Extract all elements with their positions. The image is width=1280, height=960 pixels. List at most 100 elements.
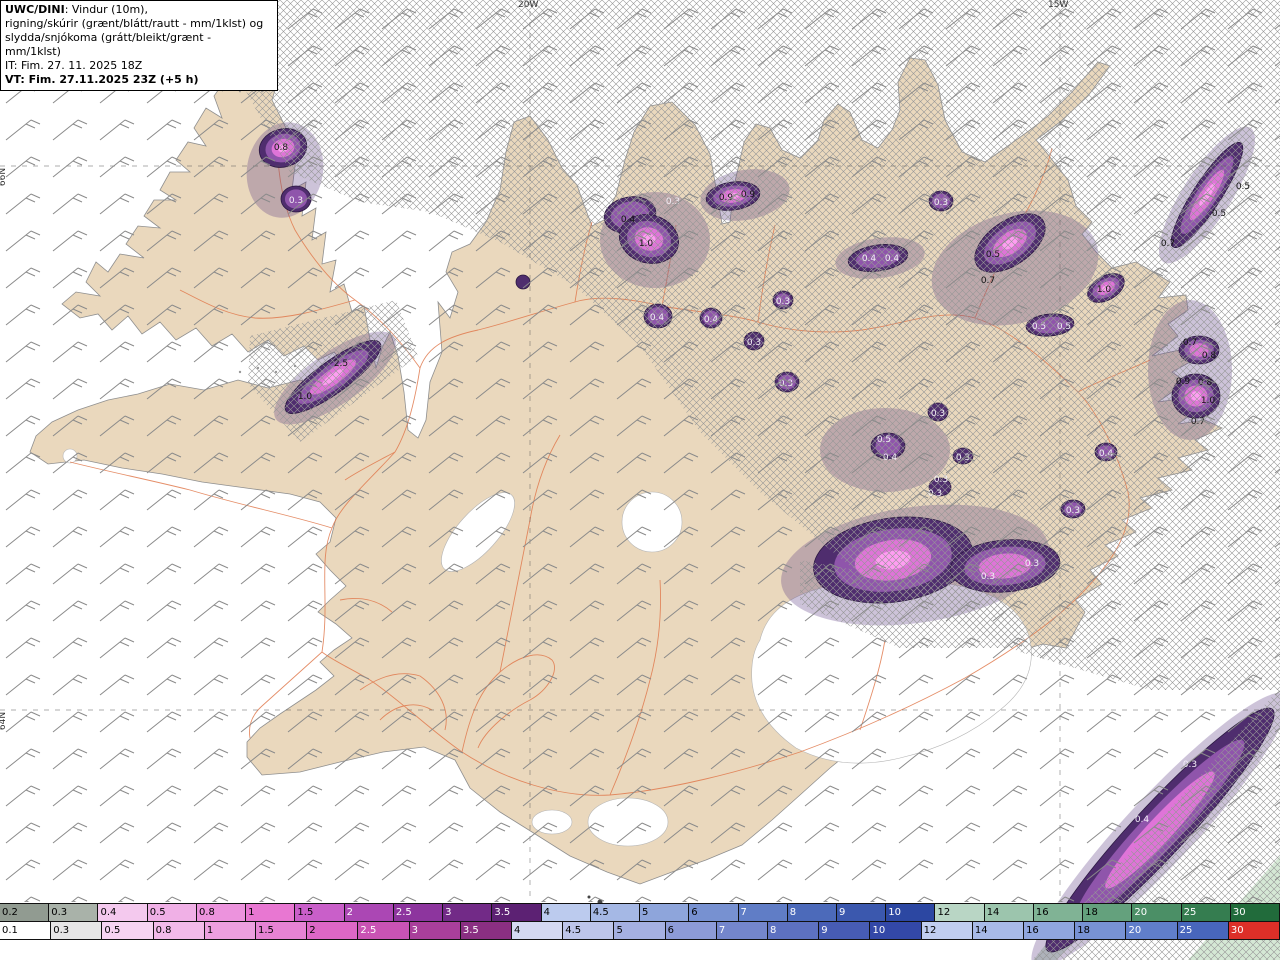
scale-cell-label: 12 bbox=[937, 907, 951, 918]
scale-cell-label: 2.5 bbox=[360, 925, 377, 936]
legend-init-time: IT: Fim. 27. 11. 2025 18Z bbox=[5, 59, 143, 73]
scale-cell: 5 bbox=[613, 921, 666, 940]
scale-cell-label: 1.5 bbox=[258, 925, 274, 936]
scale-cell-label: 14 bbox=[986, 907, 1000, 918]
scale-cell-label: 10 bbox=[888, 907, 901, 918]
scale-cell: 0.3 bbox=[48, 903, 99, 922]
scale-cell-label: 1 bbox=[248, 907, 255, 918]
scale-cell-label: 10 bbox=[872, 925, 886, 936]
scale-cell: 0.1 bbox=[0, 921, 52, 940]
scale-cell: 4.5 bbox=[589, 903, 641, 922]
scale-cell-label: 9 bbox=[821, 925, 828, 936]
scale-cell: 10 bbox=[885, 903, 936, 922]
scale-cell-label: 30 bbox=[1232, 907, 1246, 918]
scale-cell-label: 20 bbox=[1128, 925, 1142, 936]
scale-cell-label: 6 bbox=[691, 907, 698, 918]
scale-cell: 8 bbox=[767, 921, 820, 940]
scale-cell: 3 bbox=[408, 921, 461, 940]
scale-cell-label: 1 bbox=[206, 925, 214, 936]
sleet-snow-scale-bar: 0.2 0.3 0.4 0.5 0.8 1 1.5 2 2.5 3 3.5 4 4.5 5 6 7 8 9 10 12… bbox=[0, 903, 1280, 922]
scale-cell-label: 4.5 bbox=[565, 925, 582, 936]
scale-cell: 7 bbox=[715, 921, 769, 940]
scale-cell: 1.5 bbox=[255, 921, 308, 940]
scale-cell: 3.5 bbox=[459, 921, 513, 940]
scale-cell: 18 bbox=[1074, 921, 1127, 940]
weather-map: 0.80.32.51.00.40.31.00.90.90.40.40.30.30… bbox=[0, 0, 1280, 960]
scale-cell-label: 25 bbox=[1183, 907, 1197, 918]
scale-cell: 30 bbox=[1227, 921, 1280, 940]
wind-barbs-overlay bbox=[0, 0, 1280, 902]
scale-cell: 0.8 bbox=[152, 921, 205, 940]
scale-cell-label: 7 bbox=[740, 907, 747, 918]
scale-cell: 4 bbox=[511, 921, 564, 940]
scale-cell: 18 bbox=[1082, 903, 1133, 922]
scale-cell-label: 8 bbox=[770, 925, 777, 936]
scale-cell-label: 8 bbox=[789, 907, 797, 918]
scale-cell: 9 bbox=[818, 921, 871, 940]
scale-cell-label: 2.5 bbox=[395, 907, 412, 918]
scale-cell-label: 16 bbox=[1026, 925, 1039, 936]
lat-label-64n: 64N bbox=[0, 711, 9, 731]
scale-cell: 1 bbox=[245, 903, 296, 922]
scale-cell: 30 bbox=[1229, 903, 1280, 922]
scale-cell-label: 5 bbox=[616, 925, 623, 936]
scale-cell-label: 7 bbox=[718, 925, 726, 936]
scale-cell: 12 bbox=[920, 921, 973, 940]
scale-cell-label: 0.8 bbox=[198, 907, 215, 918]
scale-cell: 14 bbox=[971, 921, 1025, 940]
scale-cell: 9 bbox=[835, 903, 887, 922]
scale-cell-label: 9 bbox=[838, 907, 846, 918]
scale-cell: 6 bbox=[688, 903, 739, 922]
scale-cell: 2 bbox=[306, 921, 359, 940]
scale-cell: 0.8 bbox=[195, 903, 247, 922]
scale-cell-label: 5 bbox=[642, 907, 649, 918]
scale-cell-label: 0.3 bbox=[51, 907, 68, 918]
scale-cell: 0.2 bbox=[0, 903, 50, 922]
scale-cell: 16 bbox=[1032, 903, 1084, 922]
scale-cell-label: 18 bbox=[1077, 925, 1090, 936]
scale-cell: 20 bbox=[1125, 921, 1178, 940]
scale-cell-label: 6 bbox=[667, 925, 675, 936]
scale-cell-label: 0.1 bbox=[2, 925, 18, 936]
scale-cell-label: 2 bbox=[309, 925, 316, 936]
lon-label-15w: 15W bbox=[1048, 0, 1069, 10]
scale-cell: 10 bbox=[869, 921, 922, 940]
scale-cell-label: 3 bbox=[411, 925, 418, 936]
scale-cell-label: 0.5 bbox=[149, 907, 166, 918]
scale-cell-label: 3.5 bbox=[494, 907, 511, 918]
legend-line-1: UWC/DINI: Vindur (10m), bbox=[5, 3, 148, 16]
scale-cell-label: 4.5 bbox=[592, 907, 609, 918]
lat-label-66n: 66N bbox=[0, 167, 9, 187]
scale-cell: 8 bbox=[786, 903, 837, 922]
scale-cell: 25 bbox=[1180, 903, 1231, 922]
scale-cell-label: 0.3 bbox=[53, 925, 70, 936]
scale-cell: 16 bbox=[1023, 921, 1076, 940]
scale-cell: 2 bbox=[343, 903, 394, 922]
scale-cell: 14 bbox=[983, 903, 1034, 922]
scale-cell-label: 0.8 bbox=[155, 925, 172, 936]
scale-cell-label: 30 bbox=[1230, 925, 1244, 936]
scale-cell-label: 0.4 bbox=[100, 907, 117, 918]
scale-cell: 7 bbox=[737, 903, 788, 922]
scale-cell: 25 bbox=[1176, 921, 1229, 940]
rain-scale-bar: 0.1 0.3 0.5 0.8 1 1.5 2 2.5 3 3.5 4 4.5 5 6 7 8 9 10 12 14 1… bbox=[0, 921, 1280, 940]
map-canvas: 0.80.32.51.00.40.31.00.90.90.40.40.30.30… bbox=[0, 0, 1280, 960]
scale-cell: 1.5 bbox=[294, 903, 345, 922]
scale-cell: 20 bbox=[1131, 903, 1182, 922]
scale-cell-label: 4 bbox=[543, 907, 550, 918]
scale-cell: 0.5 bbox=[101, 921, 154, 940]
scale-cell: 2.5 bbox=[392, 903, 444, 922]
scale-cell-label: 16 bbox=[1035, 907, 1049, 918]
scale-cell: 0.5 bbox=[146, 903, 197, 922]
model-name: UWC/DINI bbox=[5, 3, 65, 16]
scale-cell-label: 14 bbox=[974, 925, 988, 936]
lon-label-20w: 20W bbox=[518, 0, 539, 10]
scale-cell-label: 25 bbox=[1179, 925, 1193, 936]
legend-box: UWC/DINI: Vindur (10m), rigning/skúrir (… bbox=[0, 0, 278, 92]
scale-cell: 3.5 bbox=[491, 903, 542, 922]
scale-cell: 3 bbox=[442, 903, 493, 922]
scale-cell: 5 bbox=[639, 903, 690, 922]
scale-cell-label: 20 bbox=[1134, 907, 1148, 918]
scale-cell: 2.5 bbox=[357, 921, 410, 940]
scale-cell-label: 4 bbox=[514, 925, 521, 936]
